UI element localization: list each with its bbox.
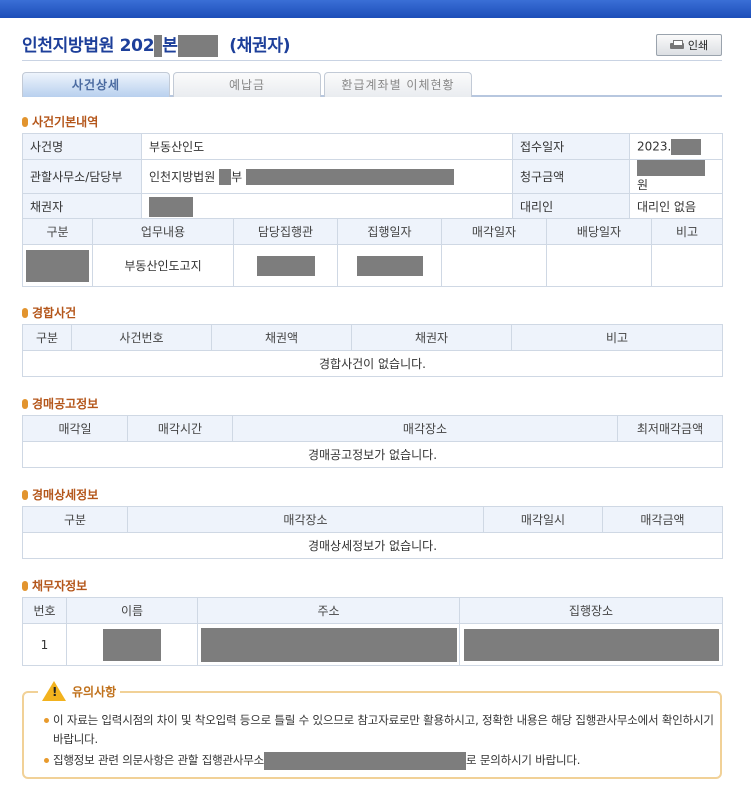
table-header-row: 구분 사건번호 채권액 채권자 비고: [22, 324, 723, 351]
redacted-block: [356, 255, 423, 276]
task-exec-date: [337, 244, 442, 287]
table-row: 사건명 부동산인도 접수일자 2023.: [22, 133, 723, 160]
empty-message: 경합사건이 없습니다.: [22, 350, 723, 377]
table-header-row: 번호 이름 주소 집행장소: [22, 597, 723, 624]
creditor-value: [141, 193, 513, 220]
creditor-label: 채권자: [22, 193, 142, 220]
printer-icon: [669, 39, 684, 51]
empty-message: 경매공고정보가 없습니다.: [22, 441, 723, 468]
table-header-row: 구분 업무내용 담당집행관 집행일자 매각일자 배당일자 비고: [22, 218, 723, 245]
debtor-number: 1: [22, 623, 67, 666]
task-content: 부동산인도고지: [92, 244, 234, 287]
competing-table: 구분 사건번호 채권액 채권자 비고 경합사건이 없습니다.: [22, 324, 723, 377]
tab-case-detail[interactable]: 사건상세: [22, 72, 170, 97]
warning-icon: !: [42, 681, 66, 701]
empty-message: 경매상세정보가 없습니다.: [22, 532, 723, 559]
received-date-value: 2023.: [629, 133, 723, 160]
section-dot-icon: [22, 489, 28, 500]
redacted-block: [201, 627, 457, 662]
section-title-auction-notice: 경매공고정보: [22, 395, 98, 412]
table-row: 부동산인도고지: [22, 244, 723, 287]
task-officer: [233, 244, 338, 287]
title-row: 인천지방법원 202 본 (채권자) 인쇄: [22, 34, 722, 62]
redacted-block: [219, 169, 232, 186]
auction-detail-table: 구분 매각장소 매각일시 매각금액 경매상세정보가 없습니다.: [22, 506, 723, 559]
section-title-debtor: 채무자정보: [22, 577, 87, 594]
redacted-block: [671, 138, 702, 155]
notice-box: ! 유의사항 이 자료는 입력시점의 차이 및 착오입력 등으로 틀릴 수 있으…: [22, 681, 722, 779]
section-title-competing: 경합사건: [22, 304, 76, 321]
tab-bar: 사건상세 예납금 환급계좌별 이체현황: [22, 72, 722, 97]
table-row: 경매공고정보가 없습니다.: [22, 441, 723, 468]
notice-header: ! 유의사항: [38, 681, 121, 701]
table-header-row: 매각일 매각시간 매각장소 최저매각금액: [22, 415, 723, 442]
notice-item: 집행정보 관련 의문사항은 관할 집행관사무소 로 문의하시기 바랍니다.: [44, 751, 716, 770]
section-dot-icon: [22, 116, 28, 127]
table-row: 1: [22, 623, 723, 666]
task-category: [22, 244, 93, 287]
redacted-block: [149, 196, 193, 217]
agent-value: 대리인 없음: [629, 193, 723, 220]
redacted-block: [245, 169, 454, 186]
task-table: 구분 업무내용 담당집행관 집행일자 매각일자 배당일자 비고 부동산인도고지: [22, 218, 723, 287]
redacted-block: [256, 255, 315, 276]
section-dot-icon: [22, 307, 28, 318]
tab-deposit[interactable]: 예납금: [173, 72, 321, 97]
claim-amount-value: 원: [629, 159, 723, 194]
notice-item: 이 자료는 입력시점의 차이 및 착오입력 등으로 틀릴 수 있으므로 참고자료…: [44, 711, 716, 749]
table-row: 경합사건이 없습니다.: [22, 350, 723, 377]
redacted-block: [463, 628, 719, 661]
tab-refund-transfer[interactable]: 환급계좌별 이체현황: [324, 72, 472, 97]
debtor-address: [197, 623, 460, 666]
table-row: 관할사무소/담당부 인천지방법원 부 청구금액 원: [22, 159, 723, 194]
redacted-block: [637, 160, 705, 176]
section-title-auction-detail: 경매상세정보: [22, 486, 98, 503]
received-date-label: 접수일자: [512, 133, 630, 160]
table-header-row: 구분 매각장소 매각일시 매각금액: [22, 506, 723, 533]
claim-amount-label: 청구금액: [512, 159, 630, 194]
agent-label: 대리인: [512, 193, 630, 220]
redacted-block: [26, 249, 89, 282]
redacted-block: [103, 628, 161, 661]
task-remarks: [651, 244, 723, 287]
debtor-exec-place: [459, 623, 723, 666]
redacted-block: [177, 35, 218, 57]
task-dividend-date: [546, 244, 652, 287]
page-title: 인천지방법원 202 본 (채권자): [22, 35, 291, 57]
section-dot-icon: [22, 580, 28, 591]
print-button[interactable]: 인쇄: [656, 34, 722, 56]
section-title-basic: 사건기본내역: [22, 113, 98, 130]
office-label: 관할사무소/담당부: [22, 159, 142, 194]
case-name-value: 부동산인도: [141, 133, 513, 160]
table-row: 경매상세정보가 없습니다.: [22, 532, 723, 559]
section-dot-icon: [22, 398, 28, 409]
title-divider: [22, 60, 722, 61]
top-bar: [0, 0, 751, 18]
case-name-label: 사건명: [22, 133, 142, 160]
table-row: 채권자 대리인 대리인 없음: [22, 193, 723, 220]
auction-notice-table: 매각일 매각시간 매각장소 최저매각금액 경매공고정보가 없습니다.: [22, 415, 723, 468]
task-sale-date: [441, 244, 547, 287]
redacted-block: [264, 751, 467, 770]
office-value: 인천지방법원 부: [141, 159, 513, 194]
debtor-table: 번호 이름 주소 집행장소 1: [22, 597, 723, 666]
debtor-name: [66, 623, 198, 666]
notice-list: 이 자료는 입력시점의 차이 및 착오입력 등으로 틀릴 수 있으므로 참고자료…: [44, 711, 716, 770]
basic-info-table: 사건명 부동산인도 접수일자 2023. 관할사무소/담당부 인천지방법원 부 …: [22, 133, 723, 220]
